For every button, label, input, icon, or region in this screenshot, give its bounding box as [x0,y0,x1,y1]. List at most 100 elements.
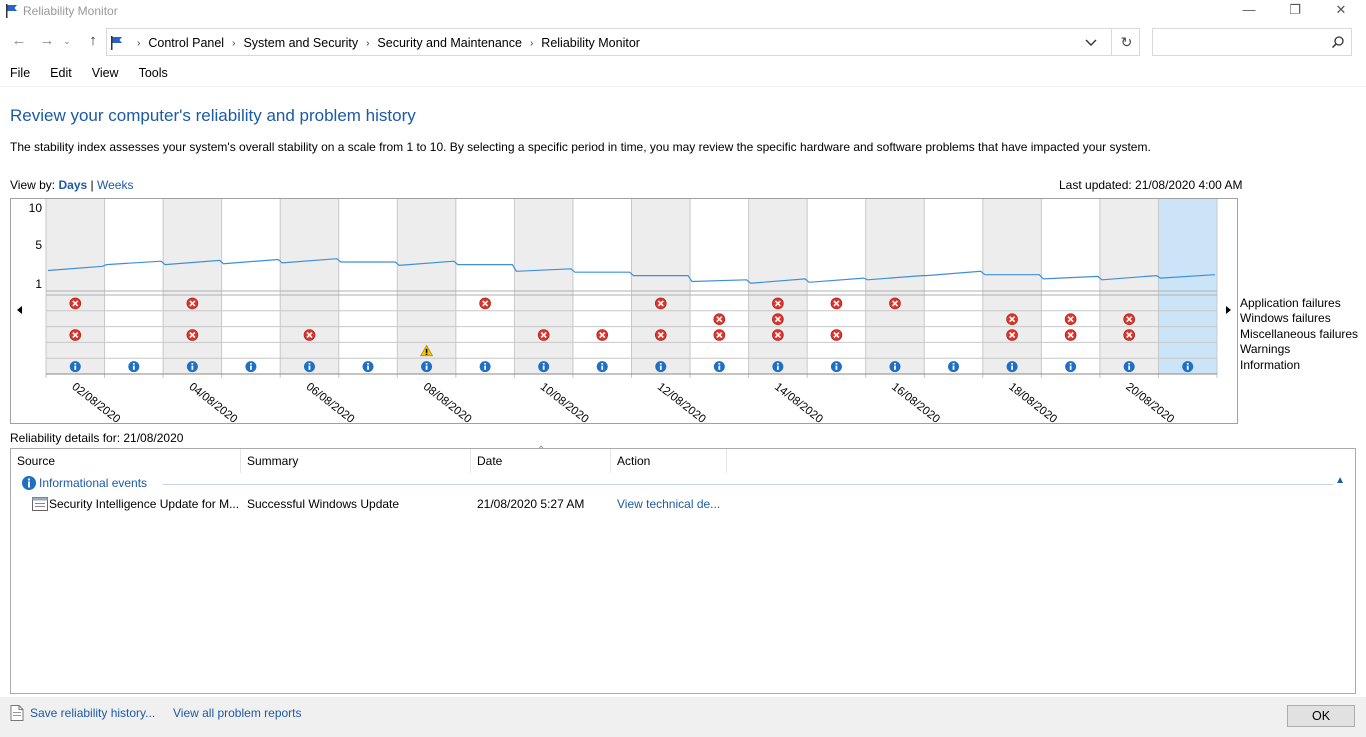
y-tick-label: 1 [35,277,42,291]
save-reliability-history-link[interactable]: Save reliability history... [30,706,155,720]
info-icon-dot [1069,363,1072,365]
view-separator: | [90,178,94,192]
info-icon-dot [74,363,77,365]
footer-bar: Save reliability history... View all pro… [0,697,1366,737]
menu-tools[interactable]: Tools [129,66,178,84]
view-all-problem-reports-link[interactable]: View all problem reports [173,706,302,720]
breadcrumb-reliability-monitor[interactable]: Reliability Monitor [541,36,640,50]
legend-windows-failures: Windows failures [1240,311,1331,326]
y-tick-label: 5 [35,238,42,252]
info-icon-dot [1186,363,1189,365]
view-weeks-link[interactable]: Weeks [97,178,133,192]
chevron-right-icon[interactable]: › [232,38,235,49]
sort-ascending-icon: ⌃ [537,445,546,456]
info-icon-dot [542,363,545,365]
chevron-right-icon[interactable]: › [366,38,369,49]
info-icon-mark [191,365,194,370]
info-icon-dot [1128,363,1131,365]
chart-column-bg[interactable] [631,199,691,374]
info-icon-dot [718,363,721,365]
menu-view[interactable]: View [82,66,129,84]
group-title: Informational events [39,476,148,490]
refresh-button[interactable]: ↻ [1111,29,1141,55]
menu-edit[interactable]: Edit [40,66,82,84]
chevron-right-icon: › [137,37,141,49]
info-icon-mark [718,365,721,370]
collapse-group-icon[interactable]: ▲ [1335,475,1345,486]
address-bar[interactable]: › Control Panel › System and Security › … [106,28,1140,56]
update-icon [32,497,48,511]
group-informational-events[interactable]: Informational events ▲ [21,475,1351,493]
chart-column-bg[interactable] [1099,199,1159,374]
document-icon [10,705,24,721]
chart-column-bg[interactable] [46,199,105,374]
table-row[interactable]: Security Intelligence Update for M... Su… [11,495,1355,513]
menu-file[interactable]: File [0,66,40,84]
y-tick-label: 10 [29,201,43,215]
legend-warnings: Warnings [1240,342,1291,357]
flag-icon [6,4,17,18]
minimize-button[interactable]: — [1226,0,1272,22]
title-bar: Reliability Monitor — ❐ ✕ [0,0,1366,22]
details-grid: Source Summary Date Action ⌃ Information… [10,445,1356,694]
legend-application-failures: Application failures [1240,296,1341,310]
info-icon-mark [1011,365,1013,370]
warning-icon-mark [425,348,428,353]
group-divider [163,484,1333,485]
info-icon-dot [132,363,135,365]
info-icon-dot [308,363,311,365]
column-header-source[interactable]: Source [11,449,241,473]
menu-divider [0,86,1366,87]
info-icon-dot [191,363,194,365]
info-icon-dot [894,363,896,365]
chart-legend: Application failures Windows failures Mi… [1240,296,1358,373]
info-icon-mark [542,365,545,370]
breadcrumb-control-panel[interactable]: Control Panel [148,36,224,50]
close-button[interactable]: ✕ [1318,0,1364,22]
chart-column-bg[interactable] [982,199,1042,374]
info-icon-mark [952,365,955,370]
info-icon-dot [659,363,662,365]
breadcrumb: › Control Panel › System and Security › … [109,35,640,51]
search-input[interactable] [1157,30,1327,54]
view-days-link[interactable]: Days [58,178,87,192]
chevron-right-icon[interactable]: › [530,38,533,49]
forward-button[interactable]: → [38,32,56,50]
maximize-button[interactable]: ❐ [1272,0,1318,22]
page-description: The stability index assesses your system… [10,140,1151,154]
chart-column-bg[interactable] [280,199,339,374]
chart-column-bg[interactable] [865,199,925,374]
column-header-summary[interactable]: Summary [241,449,471,473]
chart-column-bg[interactable] [748,199,808,374]
chevron-down-icon[interactable] [1083,34,1099,50]
up-button[interactable]: ↑ [84,32,102,50]
info-icon-mark [484,365,487,370]
column-header-action[interactable]: Action [611,449,727,473]
recent-locations-button[interactable]: ⌄ [62,32,72,50]
last-updated: Last updated: 21/08/2020 4:00 AM [1059,178,1243,192]
address-row: ← → ⌄ ↑ › Control Panel › System and Sec… [0,26,1366,58]
search-box[interactable] [1152,28,1352,56]
view-technical-details-link[interactable]: View technical de... [617,497,727,511]
window-title: Reliability Monitor [23,4,118,18]
info-icon-dot [250,363,252,365]
info-icon-mark [367,365,369,370]
info-icon-mark [250,365,252,370]
info-icon-mark [659,365,662,370]
view-by: View by: Days | Weeks [10,178,133,192]
legend-miscellaneous-failures: Miscellaneous failures [1240,326,1359,341]
chart-column-bg[interactable] [514,199,573,374]
info-icon-dot [952,363,955,365]
back-button[interactable]: ← [10,32,28,50]
info-icon-mark [425,365,428,370]
info-icon-mark [1128,365,1131,370]
chart-column-bg[interactable] [1158,199,1217,374]
breadcrumb-system-and-security[interactable]: System and Security [243,36,358,50]
info-icon-mark [132,365,135,370]
info-icon-dot [776,363,779,365]
chart-column-bg[interactable] [163,199,222,374]
ok-button[interactable]: OK [1287,705,1355,727]
search-icon[interactable] [1331,35,1345,49]
reliability-chart[interactable]: 105102/08/2020 04/08/2020 06/08/2020 08/08/… [10,198,1238,424]
breadcrumb-security-and-maintenance[interactable]: Security and Maintenance [377,36,522,50]
